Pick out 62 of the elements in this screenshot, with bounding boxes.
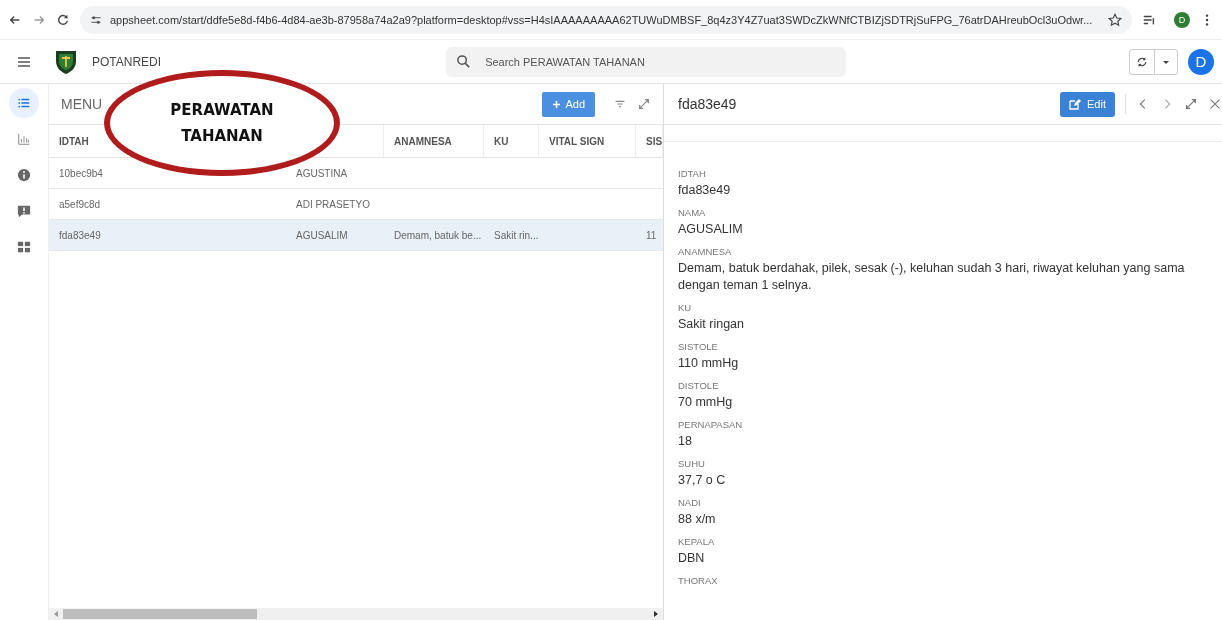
field-value: 88 x/m — [678, 511, 717, 528]
search-input[interactable]: Search PERAWATAN TAHANAN — [483, 54, 837, 69]
field-label: PERNAPASAN — [678, 419, 744, 430]
field-label: IDTAH — [678, 168, 707, 179]
plus-icon — [552, 99, 562, 109]
table-row[interactable]: fda83e49 AGUSALIM Demam, batuk be... Sakit rin... 11 — [49, 220, 663, 251]
field-label: NAMA — [678, 207, 707, 218]
edit-icon — [1069, 98, 1082, 110]
table-cell: Demam, batuk be... — [394, 229, 482, 241]
column-header[interactable]: SIS — [646, 135, 662, 147]
field-label: NADI — [678, 497, 702, 508]
expand-icon[interactable] — [637, 97, 651, 111]
edit-button[interactable]: Edit — [1060, 91, 1115, 117]
detail-title: fda83e49 — [678, 96, 738, 112]
column-header[interactable]: KU — [494, 135, 509, 147]
table-cell: a5ef9c8d — [59, 198, 101, 210]
add-button[interactable]: Add — [542, 91, 595, 117]
table-cell: fda83e49 — [59, 229, 101, 241]
search-field[interactable]: Search PERAWATAN TAHANAN — [446, 46, 847, 77]
column-header[interactable]: IDTAH — [59, 135, 89, 147]
field-value: Sakit ringan — [678, 316, 745, 333]
field-value: 37,7 o C — [678, 472, 727, 489]
table-cell: Sakit rin... — [494, 229, 539, 241]
sync-icon — [1136, 55, 1148, 68]
star-icon[interactable] — [1108, 12, 1122, 27]
profile-avatar[interactable]: D — [1174, 11, 1190, 28]
address-bar[interactable]: appsheet.com/start/ddfe5e8d-f4b6-4d84-ae3b-87958a74a2a9?platform=desktop#vss=H4sIAAAAAAAAA62TUWuDMBSF_8q4z3Y4Z7uat3SWDcZkWNfCTBIZjSDTRjSuFPG_76atrDAHreubOcl3uOdwr... — [80, 5, 1132, 34]
annotation-text: PERAWATAN TAHANAN — [169, 100, 275, 147]
table-cell: ADI PRASETYO — [296, 198, 370, 210]
field-label: DISTOLE — [678, 380, 720, 391]
shield-logo-icon — [54, 48, 78, 75]
scroll-left-icon[interactable] — [53, 610, 59, 618]
scroll-right-icon[interactable] — [653, 610, 659, 618]
field-value: AGUSALIM — [678, 221, 744, 238]
table-cell: 10bec9b4 — [59, 167, 103, 179]
user-avatar[interactable]: D — [1188, 48, 1214, 75]
field-label: ANAMNESA — [678, 246, 733, 257]
field-value: 18 — [678, 433, 693, 450]
field-value: 70 mmHg — [678, 394, 734, 411]
site-settings-icon[interactable] — [90, 13, 102, 26]
view-title: MENU — [61, 96, 103, 112]
list-nav-icon[interactable] — [9, 88, 39, 118]
search-icon — [456, 54, 472, 69]
field-label: KU — [678, 302, 693, 313]
column-header[interactable]: VITAL SIGN — [549, 135, 605, 147]
close-icon[interactable] — [1208, 97, 1222, 111]
app-name: POTANREDI — [92, 54, 162, 69]
field-value: 110 mmHg — [678, 355, 740, 372]
field-label: SUHU — [678, 458, 706, 469]
field-value: DBN — [678, 550, 706, 567]
reload-icon[interactable] — [56, 12, 70, 27]
table-cell: AGUSALIM — [296, 229, 348, 241]
field-value: fda83e49 — [678, 182, 732, 199]
table-cell: 11 — [646, 229, 657, 241]
field-label: SISTOLE — [678, 341, 719, 352]
field-label: KEPALA — [678, 536, 716, 547]
table-cell: AGUSTINA — [296, 167, 348, 179]
field-label: THORAX — [678, 575, 719, 586]
expand-icon[interactable] — [1184, 97, 1198, 111]
horizontal-scrollbar[interactable] — [49, 608, 663, 620]
field-value: Demam, batuk berdahak, pilek, sesak (-), keluhan sudah 3 hari, riwayat keluhan yang sama dengan teman 1 selnya. — [678, 260, 1186, 294]
column-header[interactable]: ANAMNESA — [394, 135, 452, 147]
